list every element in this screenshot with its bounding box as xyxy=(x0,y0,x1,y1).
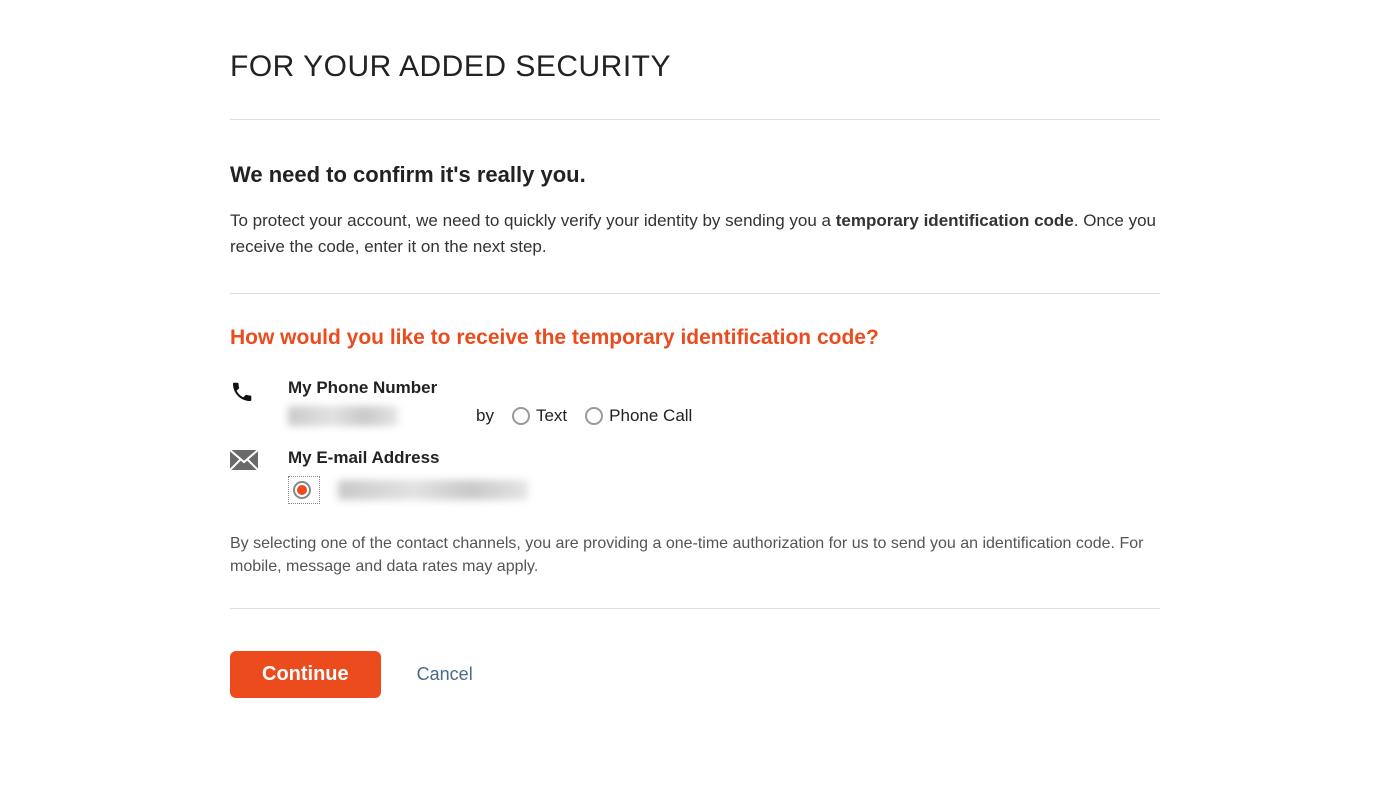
email-address-masked xyxy=(338,480,528,500)
email-label: My E-mail Address xyxy=(288,448,1160,468)
radio-call-circle[interactable] xyxy=(585,407,603,425)
question-heading: How would you like to receive the tempor… xyxy=(230,326,1160,350)
radio-text-option[interactable]: Text xyxy=(512,406,567,426)
radio-call-label: Phone Call xyxy=(609,406,692,426)
intro-description: To protect your account, we need to quic… xyxy=(230,208,1160,261)
page-title: FOR YOUR ADDED SECURITY xyxy=(230,50,1160,84)
phone-number-masked xyxy=(288,406,398,426)
email-icon xyxy=(230,448,288,470)
email-option-row: My E-mail Address xyxy=(230,448,1160,504)
divider xyxy=(230,119,1160,120)
security-verification-panel: FOR YOUR ADDED SECURITY We need to confi… xyxy=(230,50,1160,698)
radio-call-option[interactable]: Phone Call xyxy=(585,406,692,426)
intro-bold: temporary identification code xyxy=(836,211,1074,230)
phone-option-row: My Phone Number by Text Phone Call xyxy=(230,378,1160,426)
phone-icon xyxy=(230,378,288,404)
radio-email-circle[interactable] xyxy=(293,481,311,499)
radio-text-label: Text xyxy=(536,406,567,426)
divider xyxy=(230,608,1160,609)
divider xyxy=(230,293,1160,294)
radio-email-option[interactable] xyxy=(288,476,320,504)
action-row: Continue Cancel xyxy=(230,651,1160,698)
disclaimer-text: By selecting one of the contact channels… xyxy=(230,532,1160,578)
by-label: by xyxy=(476,406,494,426)
cancel-link[interactable]: Cancel xyxy=(417,664,473,685)
confirm-heading: We need to confirm it's really you. xyxy=(230,162,1160,188)
intro-pre: To protect your account, we need to quic… xyxy=(230,211,836,230)
radio-text-circle[interactable] xyxy=(512,407,530,425)
phone-label: My Phone Number xyxy=(288,378,1160,398)
continue-button[interactable]: Continue xyxy=(230,651,381,698)
